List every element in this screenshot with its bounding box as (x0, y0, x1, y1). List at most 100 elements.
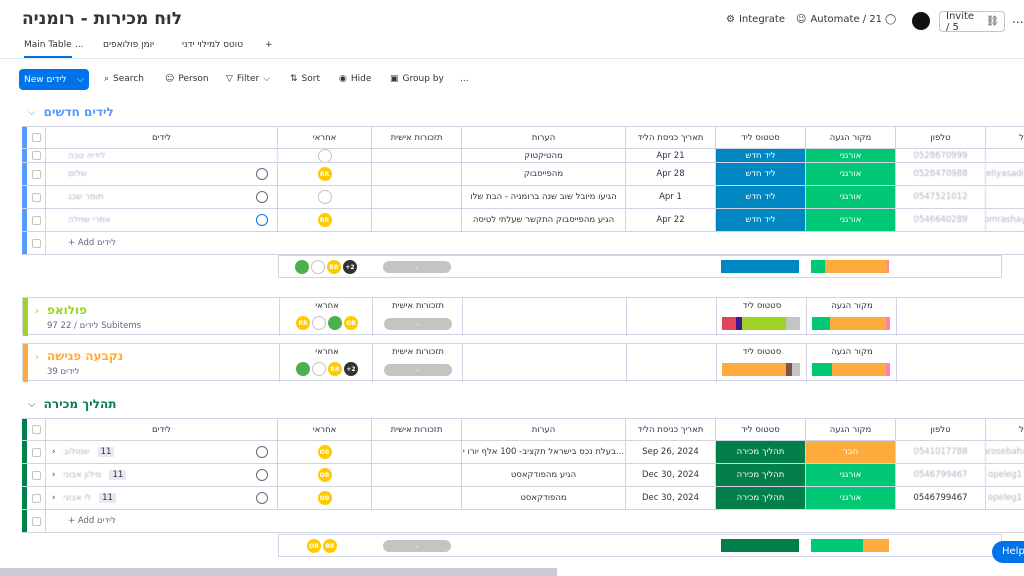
lead-name[interactable]: שלום (46, 163, 246, 185)
lead-name[interactable]: לי אבוני (63, 493, 91, 503)
row-checkbox[interactable] (31, 215, 41, 225)
more-people-badge[interactable]: +2 (343, 260, 357, 274)
status-badge[interactable]: ליד חדש (716, 209, 806, 231)
col-entry-date[interactable]: תאריך כניסת הליד (626, 127, 716, 148)
avatar[interactable]: OB (344, 316, 358, 330)
email-cell[interactable]: omrashay (986, 209, 1024, 231)
col-owner[interactable]: אחראי (278, 127, 372, 148)
expand-icon[interactable]: › (52, 470, 55, 480)
status-badge[interactable]: תהליך מכירה (716, 487, 806, 509)
updates-icon[interactable] (255, 191, 268, 203)
group-followup[interactable]: › פולואפ 97 לידים / 22 Subitems אחראי RR O… (22, 297, 1024, 336)
email-cell[interactable] (986, 149, 1024, 162)
email-cell[interactable] (986, 186, 1024, 208)
avatar[interactable] (295, 260, 309, 274)
date-cell[interactable]: Apr 22 (626, 209, 716, 231)
col-notes[interactable]: הערות (462, 419, 626, 440)
table-row[interactable]: › שמולוב 11 OB בעלת נכס בישראל תקציב- 100 … (22, 441, 1024, 464)
row-checkbox[interactable] (31, 493, 41, 503)
expand-icon[interactable]: › (52, 447, 55, 457)
date-cell[interactable]: Dec 30, 2024 (626, 487, 716, 509)
add-tab-button[interactable]: + (265, 40, 273, 50)
phone-cell[interactable]: 0547521012 (896, 186, 986, 208)
subitems-count[interactable]: 11 (99, 493, 116, 503)
status-badge[interactable]: ליד חדש (716, 186, 806, 208)
email-cell[interactable]: eliyasadi (986, 163, 1024, 185)
source-badge[interactable]: אורגני (806, 487, 896, 509)
avatar[interactable] (912, 12, 930, 30)
source-badge[interactable]: חבר (806, 441, 896, 463)
updates-icon[interactable] (255, 446, 268, 458)
row-checkbox[interactable] (31, 470, 41, 480)
table-row[interactable]: שלום RR מהפייסבוק Apr 28 ליד חדש אורגני … (22, 163, 1024, 186)
notes-cell[interactable]: הגיע מהפייסבוק התקשר שעלתי לטיסה (462, 209, 626, 231)
tab-more-icon[interactable]: ... (75, 40, 84, 50)
avatar[interactable]: OB (317, 491, 332, 505)
add-item-button[interactable]: + Add לידים (46, 232, 1024, 254)
table-row[interactable]: תומר שבג הגיעו מיובל שוב שנה ברומניה - ה… (22, 186, 1024, 209)
group-meeting-set[interactable]: › נקבעה פגישה 39 לידים אחראי RR +2 תזכורות… (22, 343, 1024, 382)
col-source[interactable]: מקור הגעה (806, 419, 896, 440)
invite-button[interactable]: Invite / 5 ⛓ (939, 11, 1005, 33)
avatar[interactable] (312, 316, 326, 330)
status-badge[interactable]: תהליך מכירה (716, 464, 806, 486)
notes-cell[interactable]: מהפייסבוק (462, 163, 626, 185)
empty-person-icon[interactable] (317, 149, 332, 162)
lead-name[interactable]: אמרי שחלה (46, 209, 246, 231)
horizontal-scrollbar[interactable] (0, 568, 557, 576)
subitems-count[interactable]: 11 (109, 470, 127, 480)
add-item-row[interactable]: + Add לידים (22, 510, 1024, 533)
col-email[interactable]: ל (986, 419, 1024, 440)
chevron-down-icon[interactable]: ⌵ (77, 75, 84, 85)
notes-cell[interactable]: הגיעו מיובל שוב שנה ברומניה - הבת שלו (462, 186, 626, 208)
tab-manual-form[interactable]: טוטס למילוי ידני (182, 40, 243, 50)
integrate-button[interactable]: ⚙ Integrate (726, 14, 785, 25)
col-personal[interactable]: תזכורות אישית (372, 419, 462, 440)
col-source[interactable]: מקור הגעה (806, 127, 896, 148)
table-row[interactable]: › מילון אבוני 11 OB הגיע מהפודקאסט Dec 30,… (22, 464, 1024, 487)
new-item-button[interactable]: New לידים ⌵ (19, 69, 89, 90)
subitems-count[interactable]: 11 (97, 447, 115, 457)
board-title[interactable]: לוח מכירות - רומניה (22, 9, 182, 29)
chevron-right-icon[interactable]: › (35, 306, 39, 317)
source-badge[interactable]: אורגני (806, 464, 896, 486)
group-by-button[interactable]: ▣ Group by (390, 74, 444, 84)
sort-button[interactable]: ⇅ Sort (290, 74, 320, 84)
phone-cell[interactable]: 0546799467 (896, 487, 986, 509)
status-badge[interactable]: ליד חדש (716, 149, 806, 162)
avatar[interactable]: OB (307, 539, 321, 553)
source-badge[interactable]: אורגני (806, 163, 896, 185)
email-cell[interactable]: opeleg1 (986, 464, 1024, 486)
tab-followup-calendar[interactable]: יומן פולואפים (103, 40, 154, 50)
add-item-row[interactable]: + Add לידים (22, 232, 1024, 255)
email-cell[interactable]: opeleg1 (986, 487, 1024, 509)
chevron-down-icon[interactable]: ⌵ (28, 399, 36, 410)
filter-button[interactable]: ▽ Filter ⌵ (226, 74, 270, 84)
select-all-checkbox[interactable] (31, 425, 41, 434)
notes-cell[interactable]: מהטיקטוק (462, 149, 626, 162)
col-personal[interactable]: תזכורות אישית (372, 127, 462, 148)
notes-cell[interactable]: מהפודקאסט (462, 487, 626, 509)
col-phone[interactable]: טלפון (896, 127, 986, 148)
table-row[interactable]: אמרי שחלה RR הגיע מהפייסבוק התקשר שעלתי … (22, 209, 1024, 232)
date-cell[interactable]: Dec 30, 2024 (626, 464, 716, 486)
comment-icon[interactable]: ◯ (885, 14, 896, 25)
date-cell[interactable]: Apr 28 (626, 163, 716, 185)
group-header-new-leads[interactable]: ⌵ לידים חדשים (28, 105, 114, 119)
person-filter-button[interactable]: ☺ Person (165, 74, 209, 84)
phone-cell[interactable]: 0546799467 (896, 464, 986, 486)
group-header-sales-process[interactable]: ⌵ תהליך מכירה (28, 397, 116, 411)
updates-icon[interactable] (255, 168, 268, 180)
link-icon[interactable]: ⛓ (980, 16, 1005, 27)
table-row[interactable]: › לי אבוני 11 OB מהפודקאסט Dec 30, 2024 תה… (22, 487, 1024, 510)
row-checkbox[interactable] (31, 192, 41, 202)
updates-icon[interactable] (255, 492, 268, 504)
lead-name[interactable]: לידיה טבה (46, 149, 278, 162)
avatar[interactable]: RR (323, 539, 337, 553)
col-leads[interactable]: לידים (46, 127, 278, 148)
phone-cell[interactable]: 0546640289 (896, 209, 986, 231)
phone-cell[interactable]: 0541017788 (896, 441, 986, 463)
more-icon[interactable]: ... (1012, 12, 1023, 26)
col-status[interactable]: סטטוס ליד (716, 419, 806, 440)
avatar[interactable]: OB (317, 468, 332, 482)
